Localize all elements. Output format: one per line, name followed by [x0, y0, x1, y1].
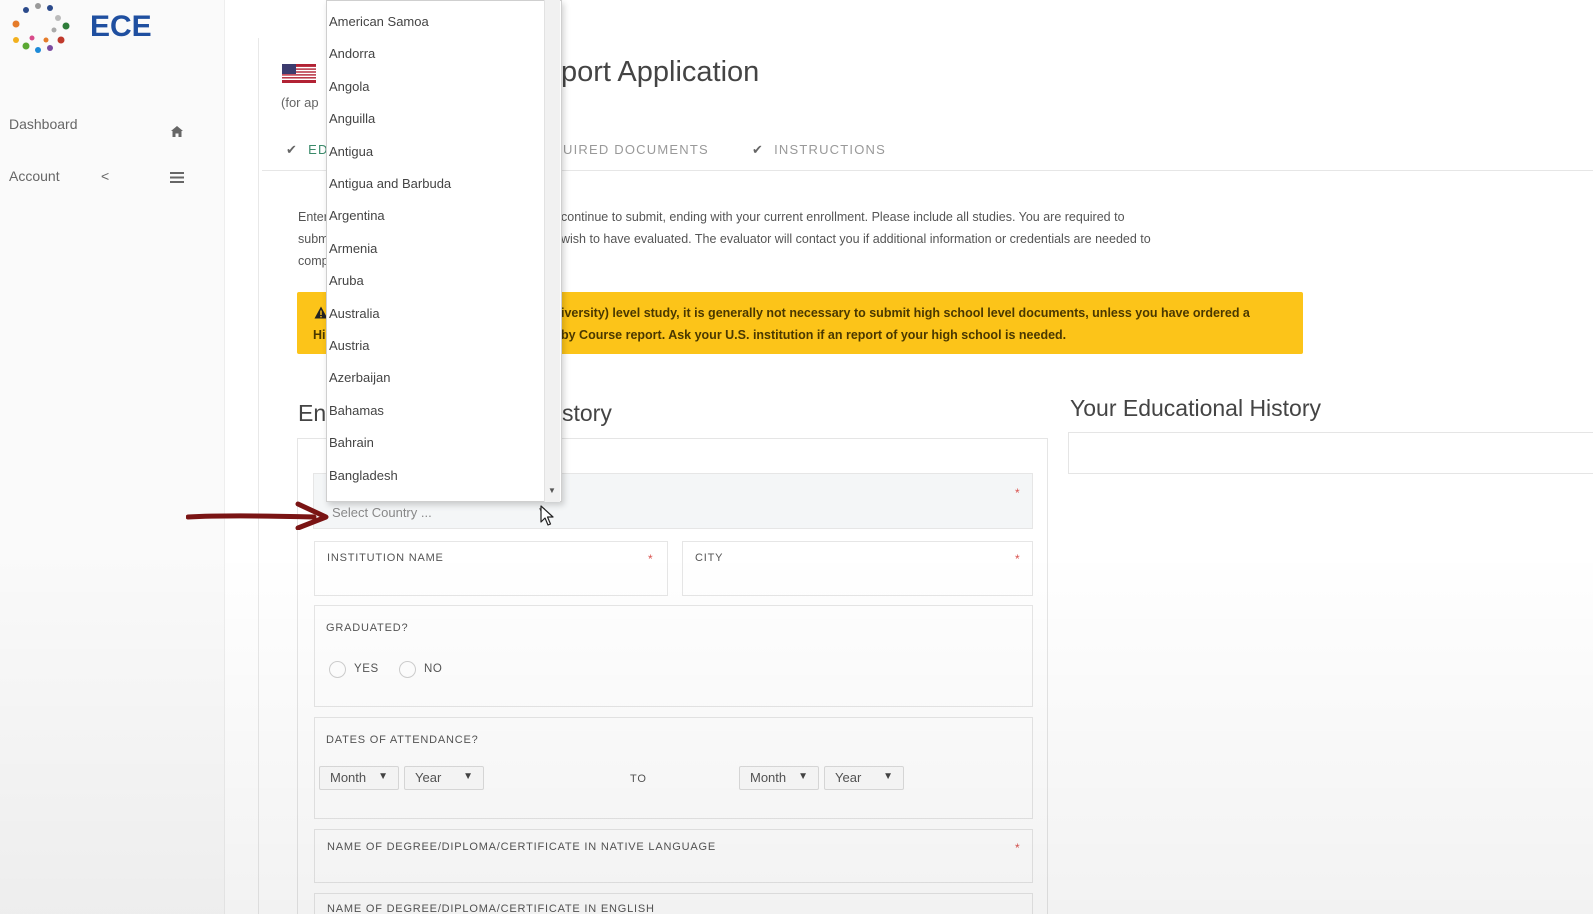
- brand-name: ECE: [90, 10, 152, 43]
- tab-instructions[interactable]: ✔ INSTRUCTIONS: [752, 142, 886, 158]
- menu-icon[interactable]: [170, 172, 184, 183]
- institution-name-field[interactable]: [314, 541, 668, 596]
- tab-label: INSTRUCTIONS: [774, 142, 886, 157]
- warning-line: iversity) level study, it is generally n…: [561, 306, 1250, 320]
- graduated-no-label: NO: [424, 663, 443, 675]
- degree-native-field[interactable]: [314, 829, 1033, 883]
- tab-label: UIRED DOCUMENTS: [563, 142, 709, 157]
- us-flag-icon: [282, 64, 316, 83]
- caret-down-icon: ▼: [463, 771, 473, 782]
- institution-name-label: INSTITUTION NAME: [327, 552, 444, 564]
- country-select-placeholder: Select Country ...: [332, 505, 432, 520]
- caret-down-icon: ▼: [798, 771, 808, 782]
- graduated-group: [314, 605, 1033, 707]
- country-option[interactable]: Anguilla: [329, 111, 375, 126]
- graduated-no-radio[interactable]: [399, 661, 416, 678]
- country-option[interactable]: Bangladesh: [329, 468, 398, 483]
- country-option[interactable]: Argentina: [329, 208, 385, 223]
- warning-text: iversity) level study, it is generally n…: [561, 302, 1250, 346]
- country-option[interactable]: Bahrain: [329, 435, 374, 450]
- intro-line: subm: [298, 232, 329, 246]
- intro-line: continue to submit, ending with your cur…: [561, 210, 1125, 224]
- degree-native-label: NAME OF DEGREE/DIPLOMA/CERTIFICATE IN NA…: [327, 841, 716, 853]
- from-year-select[interactable]: Year ▼: [404, 766, 484, 790]
- caret-down-icon: ▼: [378, 771, 388, 782]
- country-option[interactable]: Angola: [329, 79, 369, 94]
- intro-left: Enter subm comp: [298, 206, 329, 272]
- sidebar-item-account[interactable]: Account: [9, 168, 60, 184]
- chevron-left-icon[interactable]: <: [101, 168, 109, 184]
- country-option[interactable]: Bahamas: [329, 403, 384, 418]
- required-marker: *: [1015, 486, 1020, 500]
- city-field[interactable]: [682, 541, 1033, 596]
- country-option[interactable]: Australia: [329, 306, 380, 321]
- country-option[interactable]: Antigua and Barbuda: [329, 176, 451, 191]
- country-option[interactable]: Andorra: [329, 46, 375, 61]
- dropdown-scrollbar[interactable]: [544, 0, 560, 502]
- degree-english-label: NAME OF DEGREE/DIPLOMA/CERTIFICATE IN EN…: [327, 903, 655, 914]
- home-icon[interactable]: [170, 125, 184, 138]
- sidebar: [0, 0, 225, 914]
- sidebar-item-dashboard[interactable]: Dashboard: [9, 116, 78, 132]
- select-value: Year: [415, 770, 442, 785]
- country-option[interactable]: American Samoa: [329, 14, 429, 29]
- graduated-yes-radio[interactable]: [329, 661, 346, 678]
- caret-down-icon: ▼: [883, 771, 893, 782]
- tab-education[interactable]: ✔ ED: [286, 142, 329, 158]
- graduated-yes-label: YES: [354, 663, 379, 675]
- country-option[interactable]: Aruba: [329, 273, 364, 288]
- from-month-select[interactable]: Month ▼: [319, 766, 399, 790]
- select-value: Month: [330, 770, 367, 785]
- warning-line: by Course report. Ask your U.S. institut…: [561, 328, 1067, 342]
- country-option[interactable]: Azerbaijan: [329, 370, 390, 385]
- required-marker: *: [648, 552, 653, 566]
- educational-history-list: [1068, 432, 1593, 474]
- select-value: Year: [835, 770, 862, 785]
- required-marker: *: [1015, 841, 1020, 855]
- tab-required-documents[interactable]: UIRED DOCUMENTS: [563, 142, 709, 157]
- to-year-select[interactable]: Year ▼: [824, 766, 904, 790]
- check-icon: ✔: [286, 142, 299, 157]
- country-option[interactable]: Antigua: [329, 144, 373, 159]
- to-label: TO: [630, 773, 647, 785]
- mouse-cursor-icon: [540, 505, 554, 526]
- section-title-end: story: [562, 400, 612, 426]
- intro-line: Enter: [298, 210, 328, 224]
- intro-right: continue to submit, ending with your cur…: [561, 206, 1151, 250]
- annotation-arrow-icon: [186, 501, 329, 530]
- warning-text-fragment: Hi: [313, 328, 326, 342]
- country-option[interactable]: Armenia: [329, 241, 377, 256]
- check-icon: ✔: [752, 142, 765, 157]
- to-month-select[interactable]: Month ▼: [739, 766, 819, 790]
- page-subtitle: (for ap: [281, 95, 319, 110]
- dates-of-attendance-label: DATES OF ATTENDANCE?: [326, 734, 479, 746]
- ece-logo[interactable]: ECE: [6, 0, 166, 58]
- page-title: port Application: [561, 56, 760, 88]
- country-option[interactable]: Austria: [329, 338, 369, 353]
- scroll-down-icon[interactable]: ▼: [548, 486, 556, 495]
- intro-line: comp: [298, 254, 329, 268]
- sidebar-item-label: Account: [9, 168, 60, 184]
- country-option[interactable]: Barbados: [329, 500, 385, 501]
- graduated-label: GRADUATED?: [326, 622, 409, 634]
- country-dropdown-list[interactable]: American Samoa Andorra Angola Anguilla Antig…: [326, 0, 562, 502]
- select-value: Month: [750, 770, 787, 785]
- sidebar-item-label: Dashboard: [9, 116, 78, 132]
- intro-line: wish to have evaluated. The evaluator wi…: [561, 232, 1151, 246]
- required-marker: *: [1015, 552, 1020, 566]
- your-educational-history-title: Your Educational History: [1070, 395, 1322, 421]
- city-label: CITY: [695, 552, 724, 564]
